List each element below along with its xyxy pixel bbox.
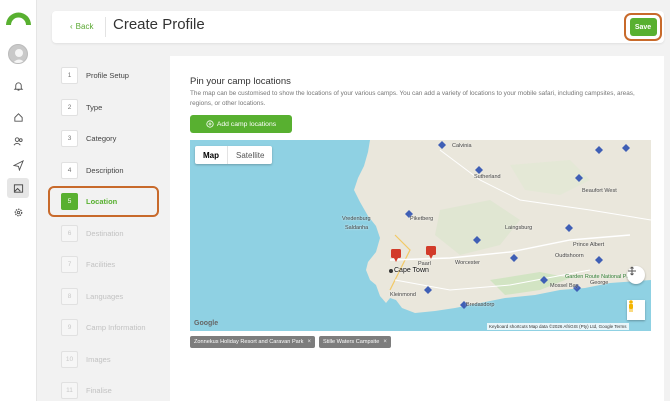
step-number: 8 [61, 287, 78, 305]
map-label: Laingsburg [505, 225, 533, 231]
map-attribution[interactable]: Keyboard shortcuts Map data ©2026 AfriGI… [487, 323, 629, 330]
camp-map[interactable]: Map Satellite Calvinia Sutherland Laings… [190, 140, 651, 331]
step-number: 6 [61, 224, 78, 242]
google-logo: Google [194, 320, 219, 327]
save-button[interactable]: Save [629, 18, 657, 36]
map-label: Beaufort West [582, 188, 617, 194]
add-camp-locations-label: Add camp locations [216, 120, 277, 128]
close-icon[interactable]: × [307, 339, 311, 345]
selected-locations: Zonnekus Holiday Resort and Caravan Park… [190, 336, 391, 348]
step-number: 11 [61, 381, 78, 399]
main-panel: Pin your camp locations The map can be c… [170, 56, 664, 401]
back-link[interactable]: ‹ Back [70, 22, 93, 31]
step-facilities[interactable]: 7 Facilities [61, 254, 166, 274]
users-icon[interactable] [9, 132, 27, 150]
save-highlight: Save [624, 13, 662, 41]
map-label: Vredenburg [342, 216, 371, 222]
map-tab-satellite[interactable]: Satellite [228, 146, 272, 164]
map-label: Calvinia [452, 143, 472, 149]
map-label: Piketberg [410, 216, 434, 222]
map-pan-control[interactable] [627, 266, 645, 284]
step-number: 9 [61, 318, 78, 336]
location-step-highlight [48, 186, 159, 217]
map-type-toggle: Map Satellite [195, 146, 273, 164]
street-view-pegman-icon[interactable] [627, 300, 645, 320]
step-camp-information[interactable]: 9 Camp Information [61, 317, 166, 337]
close-icon[interactable]: × [383, 339, 387, 345]
settings-gear-icon[interactable] [9, 203, 27, 221]
step-label: Finalise [86, 385, 112, 395]
map-label: Prince Albert [573, 242, 605, 248]
step-destination[interactable]: 6 Destination [61, 223, 166, 243]
step-number: 7 [61, 255, 78, 273]
plus-circle-icon [206, 120, 214, 128]
step-label: Destination [86, 228, 124, 238]
image-icon[interactable] [7, 178, 29, 198]
send-icon[interactable] [9, 156, 27, 174]
map-label: Oudtshoorn [555, 253, 584, 259]
step-label: Type [86, 102, 103, 112]
step-images[interactable]: 10 Images [61, 349, 166, 369]
step-number: 10 [61, 350, 78, 368]
move-arrows-icon [628, 266, 636, 276]
chevron-left-icon: ‹ [70, 22, 73, 31]
icon-rail [0, 0, 37, 401]
map-tab-map[interactable]: Map [195, 146, 228, 164]
step-label: Category [86, 133, 117, 143]
bell-icon[interactable] [9, 77, 27, 95]
location-chip[interactable]: Zonnekus Holiday Resort and Caravan Park… [190, 336, 315, 348]
home-icon[interactable] [9, 108, 27, 126]
step-languages[interactable]: 8 Languages [61, 286, 166, 306]
step-label: Camp Information [86, 322, 146, 332]
map-label: Mossel Bay [550, 283, 579, 289]
step-number: 2 [61, 98, 78, 116]
step-label: Description [86, 165, 124, 175]
map-label: George [590, 280, 609, 286]
step-number: 1 [61, 66, 78, 84]
brand-logo [6, 12, 31, 25]
header-divider [105, 17, 106, 37]
avatar[interactable] [8, 44, 28, 64]
section-description: The map can be customised to show the lo… [190, 90, 635, 107]
step-label: Languages [86, 291, 124, 301]
page-title: Create Profile [113, 16, 205, 33]
step-label: Facilities [86, 259, 116, 269]
location-chip-label: Stille Waters Campsite [322, 339, 380, 345]
map-land [354, 140, 651, 313]
step-label: Profile Setup [86, 70, 129, 80]
location-chip-label: Zonnekus Holiday Resort and Caravan Park [194, 339, 304, 345]
map-label-city: Cape Town [394, 267, 429, 274]
step-finalise[interactable]: 11 Finalise [61, 380, 166, 400]
step-number: 4 [61, 161, 78, 179]
map-label: Saldanha [345, 225, 369, 231]
step-label: Images [86, 354, 111, 364]
step-description[interactable]: 4 Description [61, 160, 166, 180]
map-label-park: Garden Route National Park [565, 274, 635, 280]
step-type[interactable]: 2 Type [61, 97, 166, 117]
page-header: ‹ Back Create Profile Save [52, 11, 664, 43]
section-title: Pin your camp locations [190, 76, 291, 87]
location-chip[interactable]: Stille Waters Campsite × [318, 336, 391, 348]
map-label: Bredasdorp [466, 302, 495, 308]
map-label: Worcester [455, 260, 480, 266]
back-label: Back [75, 22, 94, 31]
step-sidebar: 1 Profile Setup 2 Type 3 Category 4 Desc… [51, 56, 169, 401]
step-profile-setup[interactable]: 1 Profile Setup [61, 65, 166, 85]
map-label: Sutherland [474, 174, 501, 180]
step-category[interactable]: 3 Category [61, 128, 166, 148]
step-number: 3 [61, 129, 78, 147]
add-camp-locations-button[interactable]: Add camp locations [190, 115, 292, 133]
map-label: Kleinmond [390, 292, 416, 298]
